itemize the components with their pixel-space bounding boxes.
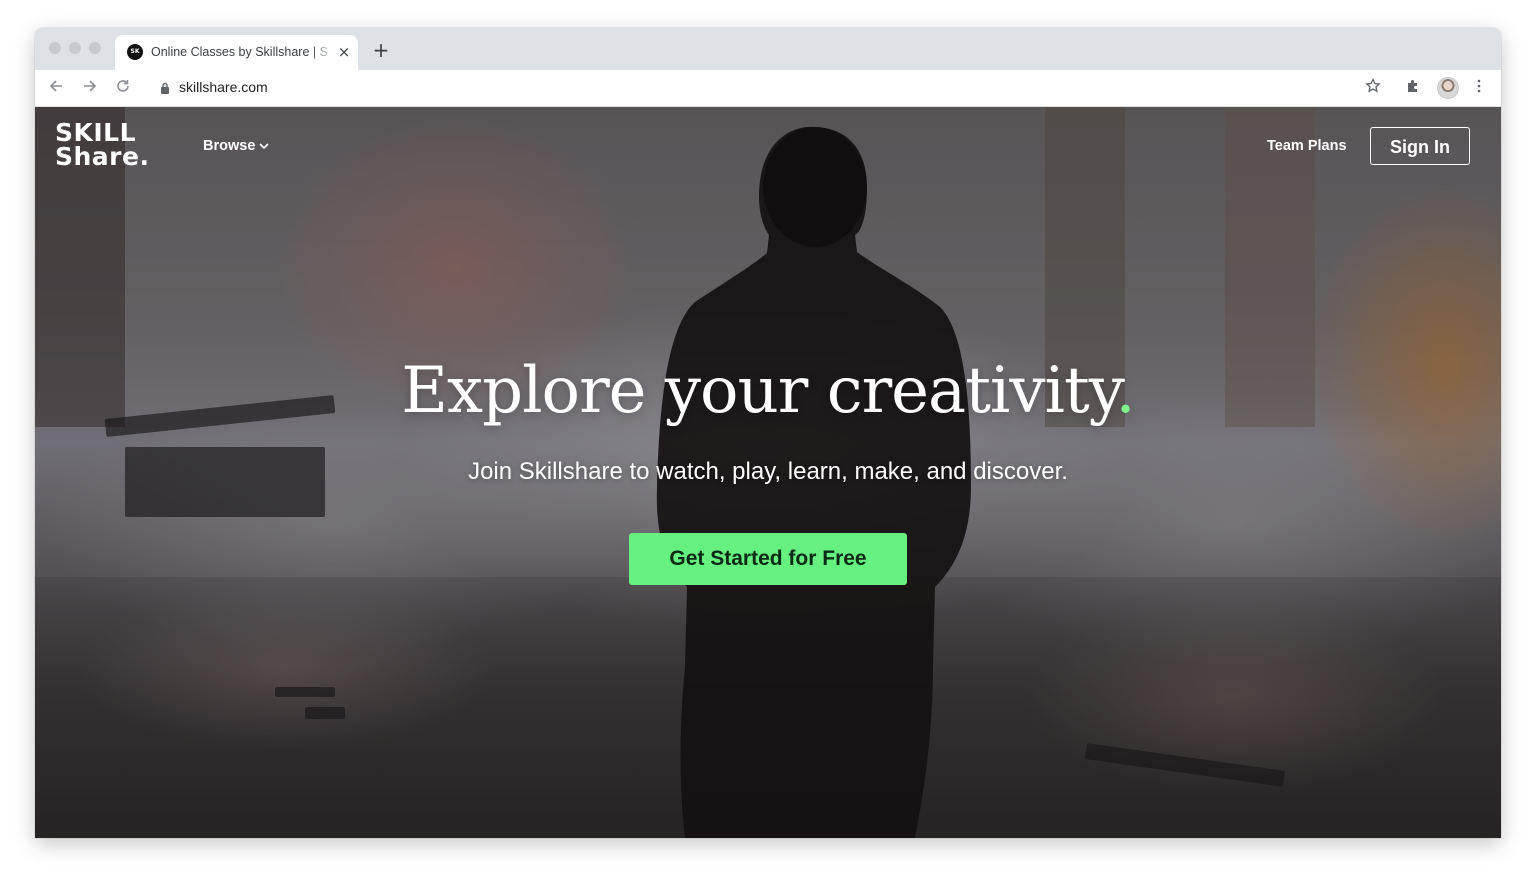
get-started-button[interactable]: Get Started for Free bbox=[629, 533, 907, 585]
browser-toolbar: skillshare.com bbox=[35, 70, 1501, 107]
tab-close-icon[interactable]: × bbox=[335, 43, 353, 61]
favicon-icon: SK bbox=[127, 44, 143, 60]
skillshare-logo[interactable]: SKILL Share. bbox=[55, 120, 150, 171]
hero-subtitle: Join Skillshare to watch, play, learn, m… bbox=[468, 458, 1068, 485]
avatar[interactable] bbox=[1437, 77, 1459, 99]
forward-arrow-icon[interactable] bbox=[79, 78, 99, 98]
puzzle-icon[interactable] bbox=[1403, 78, 1423, 98]
kebab-menu-icon[interactable] bbox=[1469, 78, 1489, 98]
page-viewport: SKILL Share. Browse Team Plans Sign In E… bbox=[35, 107, 1501, 838]
sign-in-button[interactable]: Sign In bbox=[1370, 127, 1470, 165]
back-arrow-icon[interactable] bbox=[47, 78, 67, 98]
hero-title-dot: . bbox=[1115, 354, 1135, 428]
reload-icon[interactable] bbox=[113, 78, 133, 98]
browser-tab-skillshare[interactable]: SK Online Classes by Skillshare | S × bbox=[115, 35, 358, 70]
chevron-down-icon[interactable] bbox=[259, 142, 269, 150]
tab-strip: SK Online Classes by Skillshare | S × + bbox=[35, 28, 1501, 70]
logo-line-2: Share. bbox=[55, 142, 150, 171]
window-close-dot[interactable] bbox=[49, 42, 61, 54]
new-tab-button[interactable]: + bbox=[371, 40, 391, 60]
window-minimize-dot[interactable] bbox=[69, 42, 81, 54]
tab-title-fade bbox=[311, 41, 333, 63]
browse-menu[interactable]: Browse bbox=[203, 138, 255, 154]
browser-window: SK Online Classes by Skillshare | S × + … bbox=[35, 28, 1501, 838]
hero-title-text: Explore your creativity bbox=[401, 354, 1116, 428]
team-plans-link[interactable]: Team Plans bbox=[1267, 138, 1347, 154]
window-zoom-dot[interactable] bbox=[89, 42, 101, 54]
hero-title: Explore your creativity. bbox=[35, 351, 1501, 431]
star-icon[interactable] bbox=[1363, 77, 1383, 98]
address-bar-url[interactable]: skillshare.com bbox=[179, 79, 268, 95]
tab-title: Online Classes by Skillshare | S bbox=[151, 45, 328, 59]
lock-icon[interactable] bbox=[160, 82, 170, 94]
